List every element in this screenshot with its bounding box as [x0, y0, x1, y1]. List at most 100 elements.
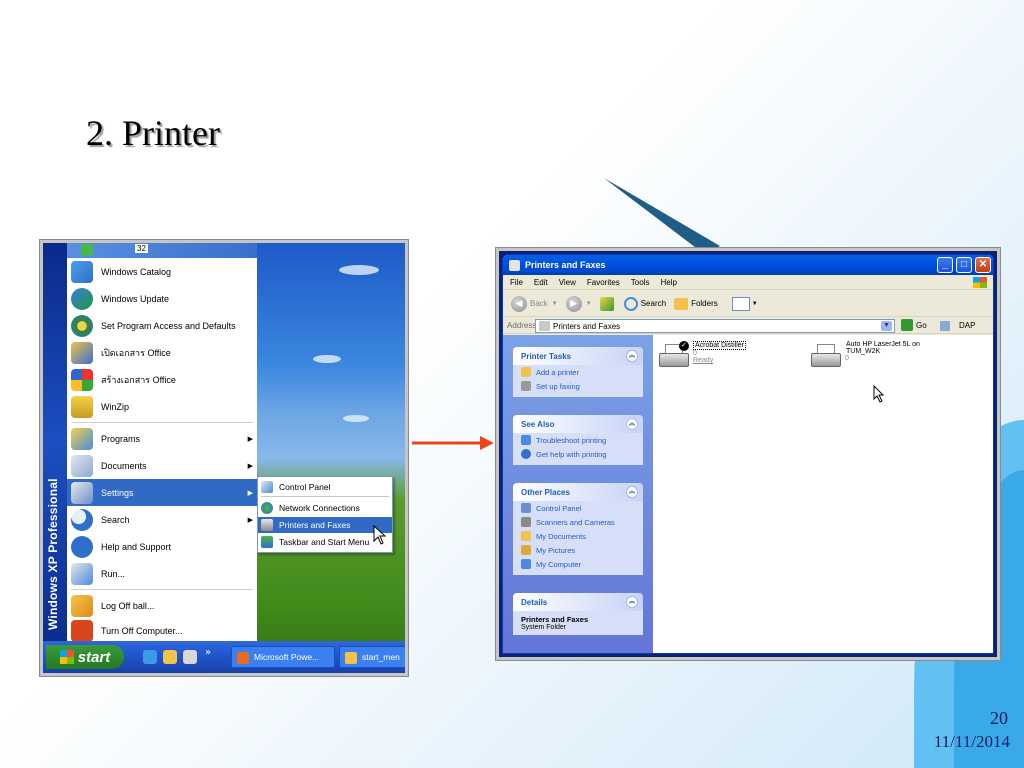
quicklaunch-ie-icon[interactable] — [143, 650, 157, 664]
submenu-item-network-connections[interactable]: Network Connections — [258, 500, 392, 516]
link-control-panel[interactable]: Control Panel — [513, 501, 643, 515]
views-dropdown-icon[interactable]: ▼ — [752, 301, 758, 307]
menu-item-winzip[interactable]: WinZip — [67, 393, 257, 420]
menu-edit[interactable]: Edit — [534, 278, 548, 287]
submenu-item-printers-and-faxes[interactable]: Printers and Faxes — [258, 517, 392, 533]
minimize-button[interactable]: _ — [937, 257, 953, 273]
program-access-icon — [71, 314, 93, 337]
printer-name: Acrobat Distiller — [693, 341, 747, 350]
start-menu-header: 32 — [67, 243, 257, 258]
printer-tasks-panel: Printer Tasks ︽ Add a printer Set up fax… — [513, 347, 643, 397]
menu-item-windows-catalog[interactable]: Windows Catalog — [67, 258, 257, 285]
menu-help[interactable]: Help — [660, 278, 676, 287]
search-button-label[interactable]: Search — [641, 299, 666, 308]
menu-item-program-access[interactable]: Set Program Access and Defaults — [67, 312, 257, 339]
close-button[interactable]: ✕ — [975, 257, 991, 273]
menu-item-label: Turn Off Computer... — [101, 625, 183, 636]
panel-header[interactable]: See Also ︽ — [513, 415, 643, 433]
menu-item-settings[interactable]: Settings ▶ — [67, 479, 257, 506]
menu-item-search[interactable]: Search ▶ — [67, 506, 257, 533]
maximize-button[interactable]: □ — [956, 257, 972, 273]
views-icon[interactable] — [731, 296, 750, 311]
printer-name: Auto HP LaserJet 5L on TUM_W2K — [846, 341, 920, 355]
collapse-chevron-icon[interactable]: ︽ — [626, 596, 638, 608]
panel-title: Other Places — [521, 487, 570, 497]
address-dropdown-icon[interactable]: ▼ — [881, 321, 892, 331]
task-set-up-faxing[interactable]: Set up faxing — [513, 379, 643, 393]
address-extra[interactable]: DAP — [959, 321, 975, 330]
office-new-icon — [71, 368, 93, 391]
printer-icon — [261, 519, 273, 531]
collapse-chevron-icon[interactable]: ︽ — [626, 486, 638, 498]
default-check-icon: ✓ — [679, 341, 689, 351]
menu-favorites[interactable]: Favorites — [587, 278, 620, 287]
menu-item-run[interactable]: Run... — [67, 560, 257, 587]
details-type: System Folder — [521, 624, 567, 631]
folders-button-label[interactable]: Folders — [691, 299, 718, 308]
taskbar-button-powerpoint[interactable]: Microsoft Powe... — [231, 646, 335, 668]
menu-item-label: Search — [101, 514, 130, 525]
link-my-pictures[interactable]: My Pictures — [513, 543, 643, 557]
settings-icon — [71, 481, 93, 504]
menu-file[interactable]: File — [510, 278, 523, 287]
submenu-arrow-icon: ▶ — [247, 462, 253, 470]
link-scanners-cameras[interactable]: Scanners and Cameras — [513, 515, 643, 529]
back-dropdown-icon[interactable]: ▼ — [552, 301, 558, 307]
printer-item[interactable]: Auto HP LaserJet 5L on TUM_W2K 0 — [809, 341, 939, 371]
windows-xp-brand-strip: Windows XP Professional — [43, 243, 67, 641]
window-titlebar[interactable]: Printers and Faxes _ □ ✕ — [503, 255, 993, 275]
quicklaunch-folder-icon[interactable] — [163, 650, 177, 664]
back-arrow-icon[interactable]: ◀ — [511, 295, 527, 312]
panel-header[interactable]: Details ︽ — [513, 593, 643, 611]
address-label: Address — [507, 321, 537, 330]
up-folder-icon[interactable] — [599, 296, 614, 311]
menu-item-windows-update[interactable]: Windows Update — [67, 285, 257, 312]
collapse-chevron-icon[interactable]: ︽ — [626, 418, 638, 430]
pictures-folder-icon — [521, 545, 531, 555]
documents-icon — [71, 454, 93, 477]
submenu-item-taskbar-start-menu[interactable]: Taskbar and Start Menu — [258, 534, 392, 550]
menu-item-programs[interactable]: Programs ▶ — [67, 425, 257, 452]
link-troubleshoot-printing[interactable]: Troubleshoot printing — [513, 433, 643, 447]
collapse-chevron-icon[interactable]: ︽ — [626, 350, 638, 362]
menu-view[interactable]: View — [559, 278, 576, 287]
forward-dropdown-icon[interactable]: ▼ — [586, 301, 592, 307]
link-my-documents[interactable]: My Documents — [513, 529, 643, 543]
menu-item-office-new[interactable]: สร้างเอกสาร Office — [67, 366, 257, 393]
printer-folder-icon — [509, 259, 520, 271]
search-icon[interactable] — [623, 296, 638, 311]
menu-item-office-open[interactable]: เปิดเอกสาร Office — [67, 339, 257, 366]
decorative-wedge — [604, 178, 720, 254]
submenu-arrow-icon: ▶ — [247, 489, 253, 497]
taskbar-button-start-menu[interactable]: start_men — [339, 646, 405, 668]
link-label: Scanners and Cameras — [536, 517, 615, 527]
panel-header[interactable]: Other Places ︽ — [513, 483, 643, 501]
panel-title: See Also — [521, 419, 555, 429]
link-get-help-printing[interactable]: Get help with printing — [513, 447, 643, 461]
menu-item-log-off[interactable]: Log Off ball... — [67, 592, 257, 619]
quicklaunch-tool-icon[interactable] — [183, 650, 197, 664]
submenu-item-control-panel[interactable]: Control Panel — [258, 479, 392, 495]
home-icon[interactable] — [940, 321, 950, 331]
start-button[interactable]: start — [46, 645, 124, 669]
link-label: My Documents — [536, 531, 587, 541]
menu-item-help[interactable]: Help and Support — [67, 533, 257, 560]
control-panel-icon — [261, 481, 273, 493]
address-input[interactable]: Printers and Faxes ▼ — [535, 319, 895, 333]
menu-item-turn-off[interactable]: Turn Off Computer... — [67, 617, 257, 644]
menu-item-documents[interactable]: Documents ▶ — [67, 452, 257, 479]
task-add-printer[interactable]: Add a printer — [513, 365, 643, 379]
panel-header[interactable]: Printer Tasks ︽ — [513, 347, 643, 365]
forward-arrow-icon[interactable]: ▶ — [565, 295, 582, 312]
folders-icon[interactable] — [674, 297, 689, 310]
go-button[interactable]: Go — [901, 319, 927, 331]
back-button-label[interactable]: Back — [530, 299, 548, 308]
winzip-icon — [71, 395, 93, 418]
control-panel-icon — [521, 503, 531, 513]
cloud — [343, 415, 369, 422]
link-my-computer[interactable]: My Computer — [513, 557, 643, 571]
brand-text: Windows XP Professional — [46, 478, 60, 630]
printer-item[interactable]: ✓ Acrobat Distiller 0 Ready — [657, 341, 747, 371]
menu-tools[interactable]: Tools — [631, 278, 650, 287]
quicklaunch-chevron-icon[interactable]: » — [205, 647, 211, 658]
